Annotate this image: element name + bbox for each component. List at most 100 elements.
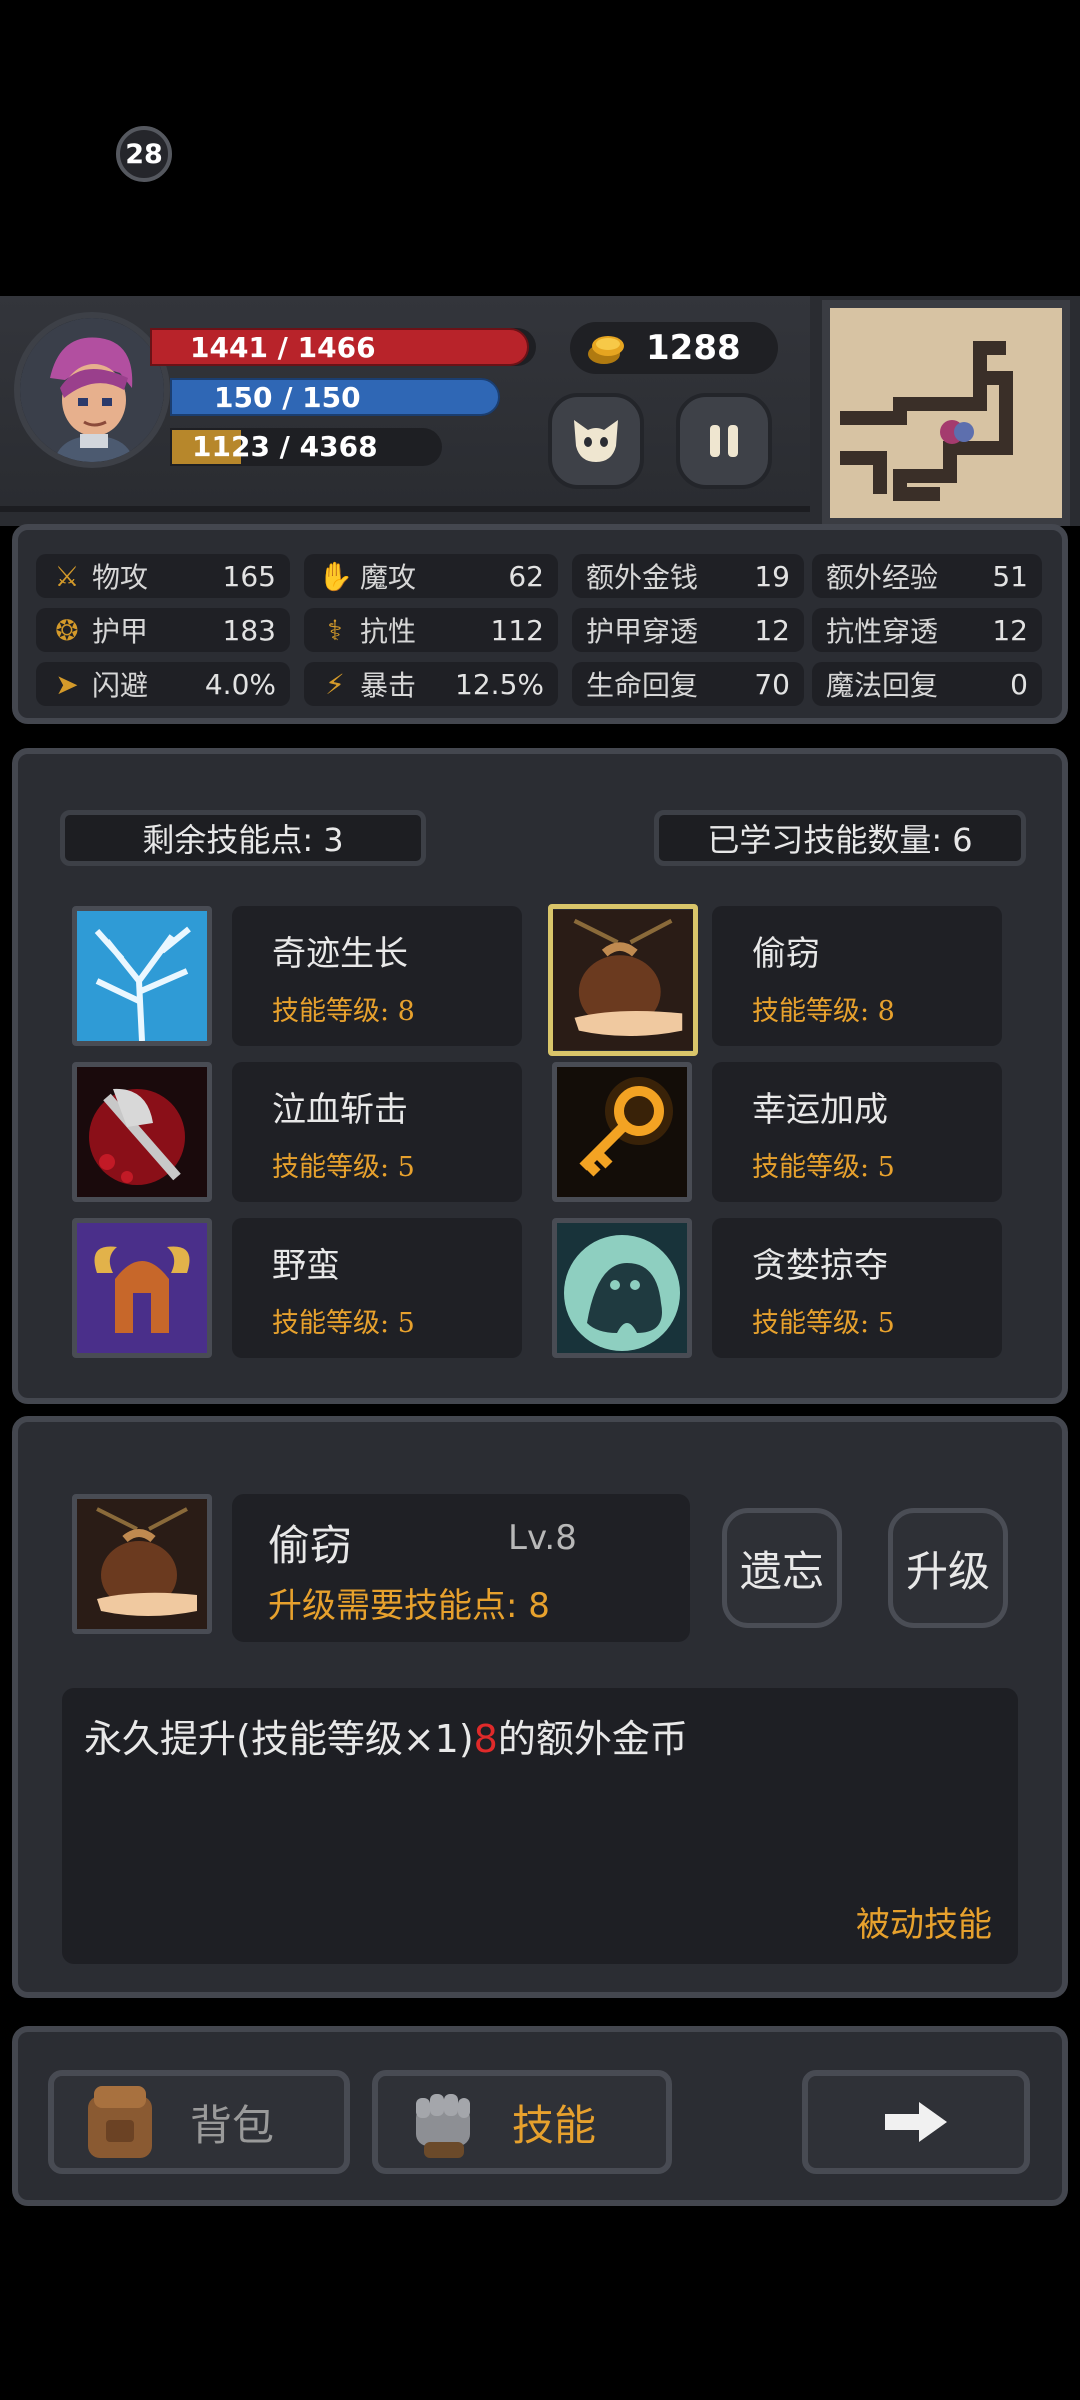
remaining-skill-points: 剩余技能点: 3 — [60, 810, 426, 866]
skill-name: 野蛮 — [272, 1246, 340, 1286]
learned-skill-count: 已学习技能数量: 6 — [654, 810, 1026, 866]
mp-bar: 150 / 150 — [170, 378, 500, 416]
stat-name: 额外金钱 — [586, 561, 699, 594]
stat-value: 0 — [1010, 667, 1028, 701]
stat-tile: 护甲穿透 12 — [572, 608, 804, 652]
skill-type-label: 被动技能 — [856, 1905, 992, 1945]
skill-name: 幸运加成 — [752, 1090, 888, 1130]
pet-button[interactable] — [548, 393, 644, 489]
hp-bar: 1441 / 1466 — [150, 328, 529, 366]
stat-value: 165 — [222, 559, 276, 593]
stat-value: 70 — [754, 667, 790, 701]
stat-value: 62 — [508, 559, 544, 593]
stat-value: 12 — [992, 613, 1028, 647]
skill-level: 技能等级: 8 — [272, 996, 415, 1027]
stat-value: 12 — [754, 613, 790, 647]
money-bag-hand-icon — [553, 910, 693, 1050]
skill-icon-bloody-slash[interactable] — [72, 1062, 212, 1202]
skill-card-bloody-slash[interactable]: 泣血斩击 技能等级: 5 — [232, 1062, 522, 1202]
next-button[interactable] — [802, 2070, 1030, 2174]
skill-card-miracle-growth[interactable]: 奇迹生长 技能等级: 8 — [232, 906, 522, 1046]
stat-name: 抗性穿透 — [826, 615, 939, 648]
arrow-right-icon — [885, 2102, 947, 2142]
detail-info-box: 偷窃 Lv.8 升级需要技能点: 8 — [232, 1494, 690, 1642]
skill-icon-steal[interactable] — [548, 904, 698, 1056]
stat-tile: ✋ 魔攻 62 — [304, 554, 558, 598]
minimap[interactable] — [822, 300, 1070, 526]
pause-button[interactable] — [676, 393, 772, 489]
stat-tile: ❂ 护甲 183 — [36, 608, 290, 652]
skills-tab-button[interactable]: 技能 — [372, 2070, 672, 2174]
fist-icon — [416, 2094, 470, 2158]
detail-skill-level: Lv.8 — [508, 1518, 577, 1558]
stat-name: 护甲 — [92, 615, 149, 648]
stat-tile: 额外经验 51 — [812, 554, 1042, 598]
detail-skill-icon — [72, 1494, 212, 1634]
skill-card-steal[interactable]: 偷窃 技能等级: 8 — [712, 906, 1002, 1046]
skill-name: 贪婪掠夺 — [752, 1246, 888, 1286]
stat-value: 51 — [992, 559, 1028, 593]
stat-tile: 额外金钱 19 — [572, 554, 804, 598]
stat-tile: 抗性穿透 12 — [812, 608, 1042, 652]
stat-value: 183 — [222, 613, 276, 647]
skill-icon-lucky-bonus[interactable] — [552, 1062, 692, 1202]
upgrade-button[interactable]: 升级 — [888, 1508, 1008, 1628]
stat-tile: ➤ 闪避 4.0% — [36, 662, 290, 706]
gold-counter: 1288 — [570, 322, 778, 374]
gold-amount: 1288 — [646, 328, 741, 368]
resist-icon: ⚕ — [327, 613, 343, 647]
bloody-axe-icon — [77, 1067, 207, 1197]
skill-level: 技能等级: 8 — [752, 996, 895, 1027]
paw-armor-icon: ❂ — [55, 613, 79, 647]
skills-tab-label: 技能 — [512, 2100, 597, 2150]
backpack-icon — [88, 2086, 152, 2158]
stat-name: 闪避 — [92, 669, 149, 702]
golden-key-icon — [557, 1067, 687, 1197]
forget-button[interactable]: 遗忘 — [722, 1508, 842, 1628]
stat-tile: ⚕ 抗性 112 — [304, 608, 558, 652]
lightning-icon: ⚡ — [325, 667, 345, 701]
stat-value: 112 — [490, 613, 544, 647]
skill-card-greedy-plunder[interactable]: 贪婪掠夺 技能等级: 5 — [712, 1218, 1002, 1358]
horned-helmet-icon — [77, 1223, 207, 1353]
mp-text: 150 / 150 — [214, 380, 361, 414]
stat-name: 暴击 — [360, 669, 417, 702]
skill-level: 技能等级: 5 — [272, 1308, 415, 1339]
skill-icon-greedy-plunder[interactable] — [552, 1218, 692, 1358]
bag-tab-label: 背包 — [190, 2100, 275, 2150]
stat-tile: ⚡ 暴击 12.5% — [304, 662, 558, 706]
bag-tab-button[interactable]: 背包 — [48, 2070, 350, 2174]
skill-card-barbarian[interactable]: 野蛮 技能等级: 5 — [232, 1218, 522, 1358]
hero-portrait-icon — [20, 318, 164, 462]
skill-name: 偷窃 — [752, 934, 820, 974]
stat-name: 护甲穿透 — [586, 615, 699, 648]
running-icon: ➤ — [55, 667, 79, 701]
skill-name: 奇迹生长 — [272, 934, 408, 974]
stat-tile: 魔法回复 0 — [812, 662, 1042, 706]
stat-value: 4.0% — [204, 667, 276, 701]
skill-name: 泣血斩击 — [272, 1090, 408, 1130]
magic-hand-icon: ✋ — [318, 559, 353, 593]
skill-level: 技能等级: 5 — [752, 1152, 895, 1183]
stat-name: 物攻 — [92, 561, 149, 594]
stat-value: 12.5% — [455, 667, 544, 701]
description-text: 永久提升(技能等级×1) — [84, 1717, 474, 1761]
skill-card-lucky-bonus[interactable]: 幸运加成 技能等级: 5 — [712, 1062, 1002, 1202]
stat-name: 魔攻 — [360, 561, 417, 594]
skill-icon-barbarian[interactable] — [72, 1218, 212, 1358]
sword-icon: ⚔ — [54, 559, 80, 593]
description-value: 8 — [473, 1717, 498, 1761]
stat-name: 生命回复 — [586, 669, 699, 702]
pause-icon — [710, 425, 738, 457]
stat-value: 19 — [754, 559, 790, 593]
stat-tile: 生命回复 70 — [572, 662, 804, 706]
minimap-layout-icon — [830, 308, 1062, 518]
description-text-end: 的额外金币 — [497, 1717, 688, 1761]
stat-tile: ⚔ 物攻 165 — [36, 554, 290, 598]
skill-icon-miracle-growth[interactable] — [72, 906, 212, 1046]
xp-text: 1123 / 4368 — [192, 430, 378, 463]
skill-level: 技能等级: 5 — [272, 1152, 415, 1183]
hero-avatar[interactable] — [14, 312, 170, 468]
skill-description: 永久提升(技能等级×1)8的额外金币 — [84, 1708, 688, 1763]
player-level-badge: 28 — [116, 126, 172, 182]
